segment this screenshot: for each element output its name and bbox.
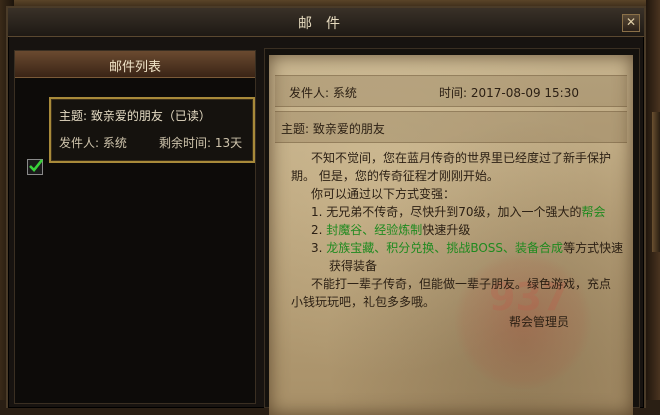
guild-link[interactable]: 帮会: [582, 205, 606, 219]
body-text: 等方式快速: [563, 241, 624, 255]
dragon-treasure-link[interactable]: 龙族宝藏: [326, 241, 374, 255]
body-text: 2.: [311, 223, 327, 237]
side-decoration: [652, 112, 660, 252]
mail-item-subject: 主题: 致亲爱的朋友（已读）: [59, 109, 211, 123]
body-line: 你可以通过以下方式变强：: [311, 187, 456, 201]
mail-sender: 发件人: 系统: [289, 86, 357, 100]
body-text: 快速升级: [422, 223, 471, 237]
body-line: 3. 龙族宝藏、积分兑换、挑战BOSS、装备合成等方式快速: [291, 239, 624, 257]
separator: 、: [503, 241, 516, 255]
close-icon: ✕: [625, 15, 637, 29]
boss-challenge-link[interactable]: 挑战BOSS: [446, 241, 503, 255]
mail-signature: 帮会管理员: [508, 315, 569, 329]
body-line: 不能打一辈子传奇，但能做一辈子朋友。绿色游戏，充点: [311, 277, 612, 291]
window-title: 邮件: [298, 16, 354, 32]
body-line: 1. 无兄弟不传奇，尽快升到70级，加入一个强大的帮会: [291, 203, 621, 221]
body-line: 获得装备: [329, 259, 378, 273]
mail-window: 邮件 ✕ 邮件列表 主题: 致亲爱的朋友（已读） 发件人: 系统 剩余时间: 1…: [6, 6, 646, 415]
close-button[interactable]: ✕: [622, 14, 640, 32]
body-text: 1. 无兄弟不传奇，尽快升到70级，加入一个强大的: [311, 205, 582, 219]
body-line: 不知不觉间，您在蓝月传奇的世界里已经度过了新手保护: [311, 151, 612, 165]
mail-item-remaining-time: 剩余时间: 13天: [159, 136, 243, 150]
body-line: 期。 但是，您的传奇征程才刚刚开始。: [291, 169, 499, 183]
check-icon: [29, 159, 44, 172]
body-line: 小钱玩玩吧，礼包多多哦。: [291, 295, 436, 309]
mail-subject: 主题: 致亲爱的朋友: [281, 122, 385, 136]
mail-content-panel: 发件人: 系统 时间: 2017-08-09 15:30 主题: 致亲爱的朋友 …: [264, 48, 640, 415]
mail-list-header: 邮件列表: [15, 51, 255, 78]
mail-timestamp: 时间: 2017-08-09 15:30: [439, 86, 579, 100]
separator: 、: [374, 241, 387, 255]
parchment: 发件人: 系统 时间: 2017-08-09 15:30 主题: 致亲爱的朋友 …: [269, 55, 633, 415]
mail-body: 不知不觉间，您在蓝月传奇的世界里已经度过了新手保护 期。 但是，您的传奇征程才刚…: [291, 149, 624, 331]
equipment-synthesis-link[interactable]: 装备合成: [515, 241, 563, 255]
title-bar[interactable]: 邮件 ✕: [8, 8, 644, 37]
points-exchange-link[interactable]: 积分兑换: [386, 241, 434, 255]
mail-select-checkbox[interactable]: [27, 159, 44, 175]
separator: 、: [434, 241, 447, 255]
mail-info-row: 发件人: 系统 时间: 2017-08-09 15:30: [275, 75, 627, 107]
mail-list-title: 邮件列表: [108, 60, 161, 75]
mail-list-panel: 邮件列表 主题: 致亲爱的朋友（已读） 发件人: 系统 剩余时间: 13天: [14, 50, 256, 404]
mail-subject-row: 主题: 致亲爱的朋友: [275, 111, 627, 143]
mail-list-item[interactable]: 主题: 致亲爱的朋友（已读） 发件人: 系统 剩余时间: 13天: [49, 97, 255, 163]
body-text: 3.: [311, 241, 327, 255]
separator: 、: [362, 223, 375, 237]
exp-refine-link[interactable]: 经验炼制: [374, 223, 422, 237]
mail-item-sender: 发件人: 系统: [59, 136, 127, 150]
fengmo-valley-link[interactable]: 封魔谷: [326, 223, 362, 237]
body-line: 2. 封魔谷、经验炼制快速升级: [291, 221, 621, 239]
